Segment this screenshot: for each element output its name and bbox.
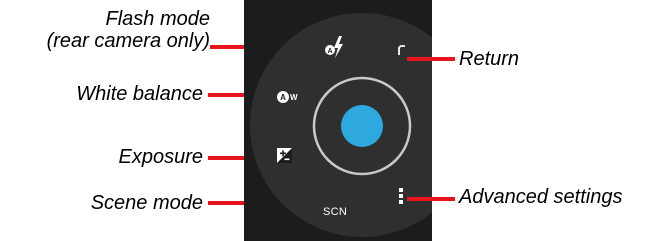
white-balance-label: White balance [76,83,203,105]
camera-ui-panel: A A W SCN [244,0,432,241]
more-vert-icon[interactable] [399,188,403,204]
advanced-settings-label: Advanced settings [459,186,623,208]
flash-mode-label-line2: (rear camera only) [46,30,210,52]
scene-mode-label: Scene mode [90,192,203,214]
flash-mode-label: Flash mode (rear camera only) [0,8,210,52]
shutter-button[interactable] [341,105,383,147]
advanced-settings-leader [407,197,455,201]
exposure-label: Exposure [118,146,204,168]
return-leader [407,57,455,61]
return-label: Return [459,48,520,70]
flash-mode-label-line1: Flash mode [105,8,211,30]
camera-ui-graphic: A A W [250,13,432,237]
scene-mode-button[interactable]: SCN [323,206,347,218]
svg-text:W: W [290,93,298,102]
svg-text:A: A [280,93,286,102]
svg-text:A: A [327,48,332,55]
annotated-camera-diagram: Flash mode (rear camera only) White bala… [0,0,665,241]
exposure-icon[interactable] [277,148,292,163]
